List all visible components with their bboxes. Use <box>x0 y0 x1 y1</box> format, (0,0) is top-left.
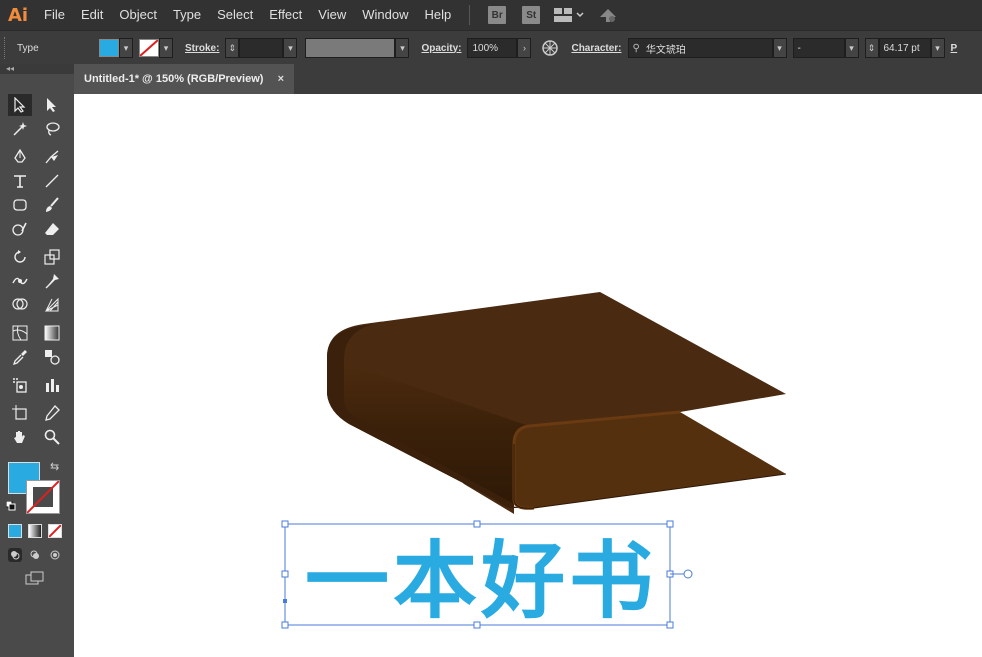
gpu-sync-icon[interactable] <box>598 7 618 23</box>
document-tab-bar: Untitled-1* @ 150% (RGB/Preview) × <box>74 64 982 94</box>
character-label[interactable]: Character: <box>571 43 621 54</box>
lasso-tool-icon[interactable] <box>40 118 64 140</box>
stroke-color-swatch-none[interactable] <box>26 480 60 514</box>
stock-button[interactable]: St <box>522 6 541 24</box>
tools-panel-collapse-icon[interactable]: ◂◂ <box>0 64 74 74</box>
draw-normal-icon[interactable] <box>8 548 22 562</box>
blend-tool-icon[interactable] <box>40 346 64 368</box>
font-size-stepper[interactable]: ⇕ <box>864 38 879 58</box>
font-family-value: 华文琥珀 <box>645 44 686 56</box>
puppet-warp-tool-icon[interactable] <box>40 270 64 292</box>
selection-tool-icon[interactable] <box>8 94 32 116</box>
fill-swatch[interactable] <box>99 39 119 57</box>
artwork-text[interactable]: 一本好书 <box>288 524 674 630</box>
recolor-artwork-icon[interactable] <box>539 37 561 59</box>
paragraph-label-truncated[interactable]: P <box>951 43 958 54</box>
draw-behind-icon[interactable] <box>28 548 42 562</box>
stroke-label[interactable]: Stroke: <box>185 43 219 54</box>
font-size-field[interactable]: 64.17 pt <box>878 38 931 58</box>
menu-effect[interactable]: Effect <box>261 0 310 30</box>
pen-tool-icon[interactable] <box>8 146 32 168</box>
mesh-tool-icon[interactable] <box>8 322 32 344</box>
document-tab-title: Untitled-1* @ 150% (RGB/Preview) <box>84 73 264 85</box>
type-tool-icon[interactable] <box>8 170 32 192</box>
direct-selection-tool-icon[interactable] <box>40 94 64 116</box>
artboard-canvas[interactable]: 一本好书 <box>74 94 982 657</box>
line-segment-tool-icon[interactable] <box>40 170 64 192</box>
menu-object[interactable]: Object <box>111 0 165 30</box>
workspace-grid-icon[interactable] <box>554 8 584 22</box>
eraser-tool-icon[interactable] <box>40 218 64 240</box>
screen-mode-icon[interactable] <box>24 570 46 586</box>
stroke-dropdown-chevron-icon[interactable]: ▾ <box>159 38 173 58</box>
opacity-field[interactable]: 100% <box>467 38 518 58</box>
text-out-port <box>683 569 693 579</box>
magic-wand-tool-icon[interactable] <box>8 118 32 140</box>
column-graph-tool-icon[interactable] <box>40 374 64 396</box>
hand-tool-icon[interactable] <box>8 426 32 448</box>
slice-tool-icon[interactable] <box>40 402 64 424</box>
opacity-arrow[interactable]: › <box>517 38 532 58</box>
menu-type[interactable]: Type <box>165 0 209 30</box>
scale-tool-icon[interactable] <box>40 246 64 268</box>
font-size-dropdown[interactable]: ▾ <box>930 38 945 58</box>
gradient-mode-icon[interactable] <box>28 524 42 538</box>
selection-type-label: Type <box>17 42 39 54</box>
menu-view[interactable]: View <box>310 0 354 30</box>
zoom-tool-icon[interactable] <box>40 426 64 448</box>
menu-file[interactable]: File <box>36 0 73 30</box>
font-style-dropdown[interactable]: ▾ <box>844 38 859 58</box>
opacity-label[interactable]: Opacity: <box>421 43 461 54</box>
shaper-tool-icon[interactable] <box>8 218 32 240</box>
profile-dropdown[interactable]: ▾ <box>395 38 410 58</box>
draw-inside-icon[interactable] <box>48 548 62 562</box>
fill-dropdown-chevron-icon[interactable]: ▾ <box>119 38 133 58</box>
paintbrush-tool-icon[interactable] <box>40 194 64 216</box>
control-bar-grip[interactable] <box>4 37 13 59</box>
symbol-sprayer-tool-icon[interactable] <box>8 374 32 396</box>
gradient-tool-icon[interactable] <box>40 322 64 344</box>
artboard-tool-icon[interactable] <box>8 402 32 424</box>
bridge-button[interactable]: Br <box>488 6 507 24</box>
width-tool-icon[interactable] <box>8 270 32 292</box>
menu-select[interactable]: Select <box>209 0 261 30</box>
close-icon[interactable]: × <box>278 73 284 85</box>
color-mode-icon[interactable] <box>8 524 22 538</box>
curvature-tool-icon[interactable] <box>40 146 64 168</box>
menu-bar: Ai File Edit Object Type Select Effect V… <box>0 0 982 30</box>
font-search-icon: ⚲ <box>632 42 640 54</box>
menu-help[interactable]: Help <box>416 0 459 30</box>
menu-window[interactable]: Window <box>354 0 416 30</box>
stroke-weight-dropdown[interactable]: ▾ <box>283 38 298 58</box>
rectangle-tool-icon[interactable] <box>8 194 32 216</box>
book-inner-page <box>514 412 786 509</box>
stroke-stepper[interactable]: ⇕ <box>225 38 240 58</box>
stroke-weight-field[interactable] <box>239 38 284 58</box>
stroke-swatch-none[interactable] <box>139 39 159 57</box>
none-mode-icon[interactable] <box>48 524 62 538</box>
rotate-tool-icon[interactable] <box>8 246 32 268</box>
font-style-field[interactable]: - <box>792 38 845 58</box>
eyedropper-tool-icon[interactable] <box>8 346 32 368</box>
shape-builder-tool-icon[interactable] <box>8 294 32 316</box>
font-family-field[interactable]: ⚲ 华文琥珀 <box>627 38 773 58</box>
app-logo: Ai <box>7 4 29 26</box>
swap-fill-stroke-icon[interactable]: ⇆ <box>50 460 64 474</box>
variable-width-profile[interactable] <box>305 38 396 58</box>
default-fill-stroke-icon[interactable] <box>5 500 16 511</box>
menu-separator <box>469 5 471 25</box>
control-bar: Type ▾ ▾ Stroke: ⇕ ▾ ▾ Opacity: 100% › C… <box>0 30 982 66</box>
menu-edit[interactable]: Edit <box>73 0 111 30</box>
tools-panel: ◂◂ ⇆ <box>0 64 75 657</box>
perspective-grid-tool-icon[interactable] <box>40 294 64 316</box>
document-tab[interactable]: Untitled-1* @ 150% (RGB/Preview) × <box>74 64 294 94</box>
font-family-dropdown[interactable]: ▾ <box>772 38 787 58</box>
